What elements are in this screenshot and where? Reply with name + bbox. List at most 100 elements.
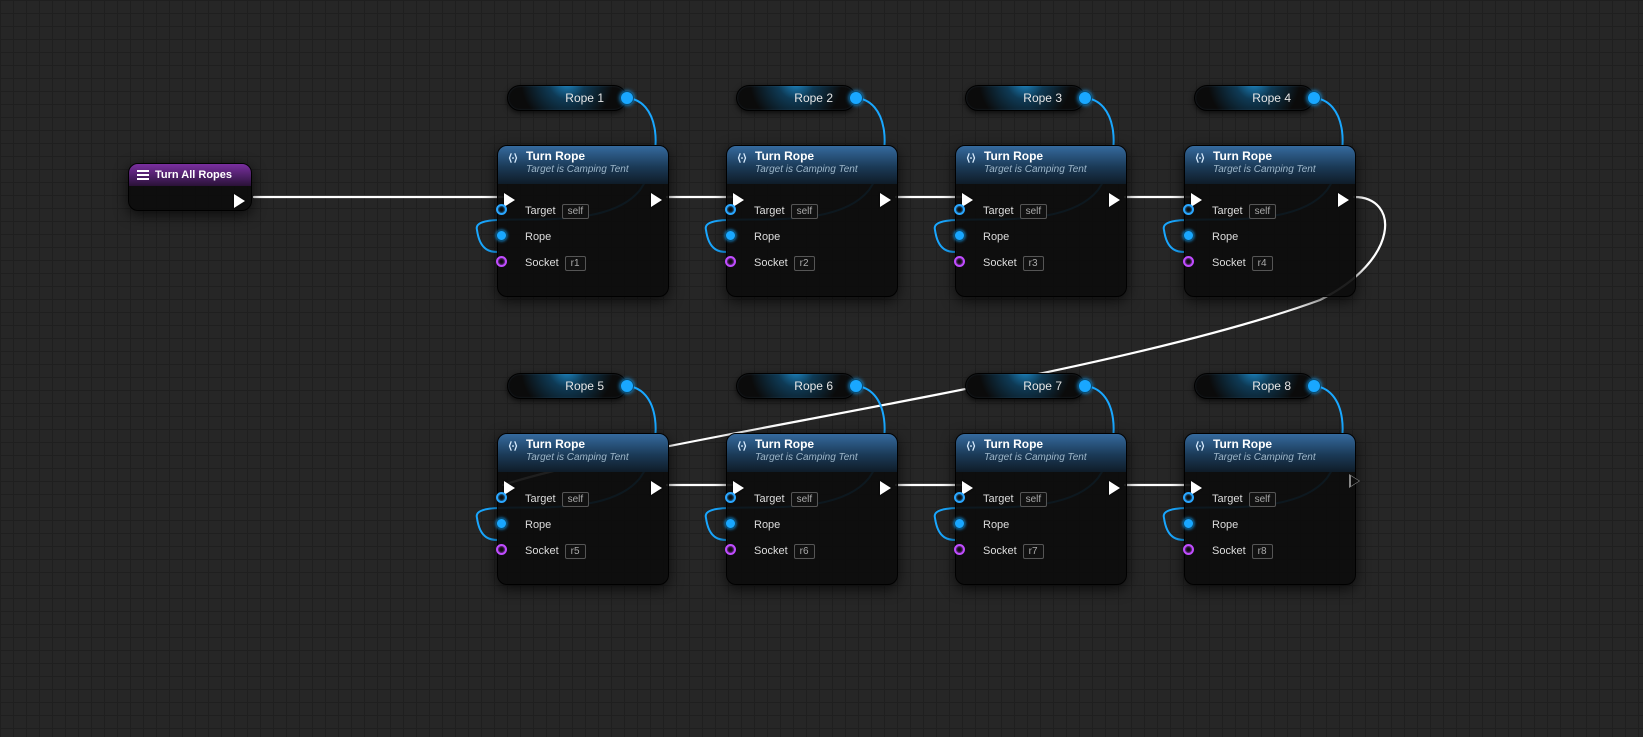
target-label: Target bbox=[983, 493, 1014, 505]
variable-node-rope-2[interactable]: Rope 2 bbox=[736, 85, 856, 111]
list-icon bbox=[137, 170, 149, 180]
target-pin[interactable] bbox=[725, 204, 736, 215]
node-header[interactable]: Turn Rope Target is Camping Tent bbox=[727, 434, 897, 472]
data-out-pin[interactable] bbox=[849, 91, 863, 105]
function-call-node-turn-rope-6[interactable]: Turn Rope Target is Camping Tent Target … bbox=[726, 433, 898, 585]
socket-pin[interactable] bbox=[1183, 256, 1194, 267]
target-default-value[interactable]: self bbox=[1249, 492, 1277, 507]
socket-value[interactable]: r3 bbox=[1023, 256, 1044, 271]
target-pin[interactable] bbox=[1183, 492, 1194, 503]
data-out-pin[interactable] bbox=[1078, 379, 1092, 393]
variable-node-rope-8[interactable]: Rope 8 bbox=[1194, 373, 1314, 399]
node-header[interactable]: Turn Rope Target is Camping Tent bbox=[956, 434, 1126, 472]
socket-value[interactable]: r6 bbox=[794, 544, 815, 559]
socket-pin[interactable] bbox=[954, 544, 965, 555]
data-out-pin[interactable] bbox=[1078, 91, 1092, 105]
function-icon bbox=[506, 151, 520, 165]
variable-node-rope-6[interactable]: Rope 6 bbox=[736, 373, 856, 399]
socket-label: Socket bbox=[525, 257, 559, 269]
node-subtitle: Target is Camping Tent bbox=[1213, 451, 1316, 465]
target-default-value[interactable]: self bbox=[791, 492, 819, 507]
node-subtitle: Target is Camping Tent bbox=[755, 163, 858, 177]
node-title: Turn Rope bbox=[984, 437, 1087, 451]
rope-label: Rope bbox=[525, 519, 551, 531]
socket-pin[interactable] bbox=[725, 544, 736, 555]
target-default-value[interactable]: self bbox=[562, 204, 590, 219]
data-out-pin[interactable] bbox=[620, 91, 634, 105]
target-label: Target bbox=[754, 205, 785, 217]
socket-value[interactable]: r5 bbox=[565, 544, 586, 559]
exec-out-pin[interactable] bbox=[234, 194, 245, 208]
target-pin[interactable] bbox=[725, 492, 736, 503]
data-out-pin[interactable] bbox=[1307, 91, 1321, 105]
function-entry-node[interactable]: Turn All Ropes bbox=[128, 163, 252, 211]
node-header[interactable]: Turn Rope Target is Camping Tent bbox=[956, 146, 1126, 184]
target-pin[interactable] bbox=[496, 492, 507, 503]
target-default-value[interactable]: self bbox=[1020, 204, 1048, 219]
socket-pin[interactable] bbox=[954, 256, 965, 267]
rope-pin[interactable] bbox=[1183, 518, 1194, 529]
node-subtitle: Target is Camping Tent bbox=[984, 451, 1087, 465]
variable-label: Rope 1 bbox=[565, 91, 604, 105]
target-default-value[interactable]: self bbox=[1020, 492, 1048, 507]
node-header[interactable]: Turn Rope Target is Camping Tent bbox=[1185, 434, 1355, 472]
node-header[interactable]: Turn Rope Target is Camping Tent bbox=[498, 434, 668, 472]
socket-pin[interactable] bbox=[1183, 544, 1194, 555]
variable-node-rope-1[interactable]: Rope 1 bbox=[507, 85, 627, 111]
node-header[interactable]: Turn Rope Target is Camping Tent bbox=[498, 146, 668, 184]
function-call-node-turn-rope-1[interactable]: Turn Rope Target is Camping Tent Target … bbox=[497, 145, 669, 297]
socket-value[interactable]: r4 bbox=[1252, 256, 1273, 271]
rope-pin[interactable] bbox=[725, 230, 736, 241]
node-header[interactable]: Turn Rope Target is Camping Tent bbox=[727, 146, 897, 184]
socket-value[interactable]: r2 bbox=[794, 256, 815, 271]
node-header[interactable]: Turn Rope Target is Camping Tent bbox=[1185, 146, 1355, 184]
function-call-node-turn-rope-2[interactable]: Turn Rope Target is Camping Tent Target … bbox=[726, 145, 898, 297]
function-icon bbox=[506, 439, 520, 453]
rope-label: Rope bbox=[1212, 519, 1238, 531]
socket-pin[interactable] bbox=[496, 544, 507, 555]
rope-pin[interactable] bbox=[954, 518, 965, 529]
target-pin[interactable] bbox=[1183, 204, 1194, 215]
variable-node-rope-5[interactable]: Rope 5 bbox=[507, 373, 627, 399]
variable-node-rope-4[interactable]: Rope 4 bbox=[1194, 85, 1314, 111]
socket-value[interactable]: r8 bbox=[1252, 544, 1273, 559]
rope-pin[interactable] bbox=[725, 518, 736, 529]
target-default-value[interactable]: self bbox=[791, 204, 819, 219]
rope-pin[interactable] bbox=[496, 518, 507, 529]
socket-label: Socket bbox=[983, 257, 1017, 269]
socket-label: Socket bbox=[525, 545, 559, 557]
rope-label: Rope bbox=[754, 231, 780, 243]
rope-pin[interactable] bbox=[496, 230, 507, 241]
target-pin[interactable] bbox=[496, 204, 507, 215]
target-default-value[interactable]: self bbox=[562, 492, 590, 507]
function-call-node-turn-rope-7[interactable]: Turn Rope Target is Camping Tent Target … bbox=[955, 433, 1127, 585]
socket-label: Socket bbox=[983, 545, 1017, 557]
variable-node-rope-3[interactable]: Rope 3 bbox=[965, 85, 1085, 111]
rope-label: Rope bbox=[983, 231, 1009, 243]
socket-pin[interactable] bbox=[725, 256, 736, 267]
variable-node-rope-7[interactable]: Rope 7 bbox=[965, 373, 1085, 399]
variable-label: Rope 5 bbox=[565, 379, 604, 393]
data-out-pin[interactable] bbox=[620, 379, 634, 393]
function-call-node-turn-rope-5[interactable]: Turn Rope Target is Camping Tent Target … bbox=[497, 433, 669, 585]
function-icon bbox=[735, 439, 749, 453]
socket-value[interactable]: r1 bbox=[565, 256, 586, 271]
data-out-pin[interactable] bbox=[849, 379, 863, 393]
rope-pin[interactable] bbox=[954, 230, 965, 241]
function-call-node-turn-rope-4[interactable]: Turn Rope Target is Camping Tent Target … bbox=[1184, 145, 1356, 297]
node-title: Turn Rope bbox=[984, 149, 1087, 163]
rope-pin[interactable] bbox=[1183, 230, 1194, 241]
data-out-pin[interactable] bbox=[1307, 379, 1321, 393]
function-call-node-turn-rope-3[interactable]: Turn Rope Target is Camping Tent Target … bbox=[955, 145, 1127, 297]
target-default-value[interactable]: self bbox=[1249, 204, 1277, 219]
socket-value[interactable]: r7 bbox=[1023, 544, 1044, 559]
function-icon bbox=[1193, 151, 1207, 165]
target-pin[interactable] bbox=[954, 492, 965, 503]
target-pin[interactable] bbox=[954, 204, 965, 215]
entry-node-header[interactable]: Turn All Ropes bbox=[129, 164, 251, 186]
target-label: Target bbox=[1212, 205, 1243, 217]
function-icon bbox=[735, 151, 749, 165]
variable-label: Rope 3 bbox=[1023, 91, 1062, 105]
socket-pin[interactable] bbox=[496, 256, 507, 267]
function-call-node-turn-rope-8[interactable]: Turn Rope Target is Camping Tent Target … bbox=[1184, 433, 1356, 585]
